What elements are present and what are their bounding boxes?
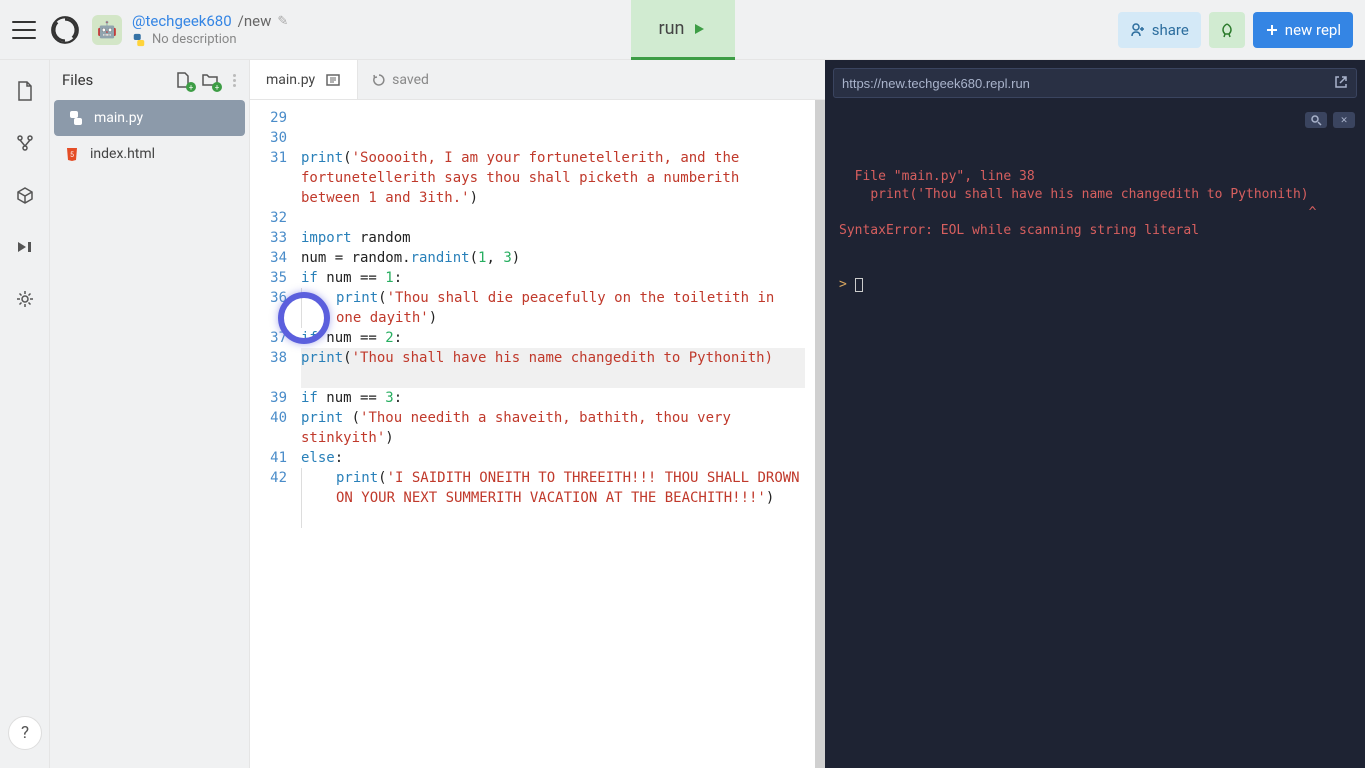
packages-icon[interactable] [14, 184, 36, 206]
replit-logo-icon[interactable] [50, 15, 80, 45]
new-file-icon[interactable]: + [175, 71, 193, 89]
code-editor[interactable]: 2930313233343536373839404142 print('Sooo… [250, 100, 825, 768]
play-icon [692, 22, 706, 36]
console-url-input[interactable] [842, 76, 1326, 91]
run-button[interactable]: run [631, 0, 735, 60]
debugger-icon[interactable] [14, 236, 36, 258]
console-search-icon[interactable] [1305, 112, 1327, 128]
rocket-icon [1219, 22, 1235, 38]
editor-area: main.py saved 29303132333435363738394041… [250, 60, 825, 768]
saved-indicator: saved [358, 60, 443, 99]
user-link[interactable]: @techgeek680 [132, 12, 232, 30]
svg-text:5: 5 [70, 151, 74, 159]
version-icon[interactable] [14, 132, 36, 154]
console-panel: ✕ File "main.py", line 38 print('Thou sh… [825, 60, 1365, 768]
console-clear-icon[interactable]: ✕ [1333, 112, 1355, 128]
file-item-index-html[interactable]: 5index.html [50, 136, 249, 172]
new-folder-icon[interactable]: + [201, 71, 219, 89]
left-icon-sidebar [0, 60, 50, 768]
deploy-button[interactable] [1209, 12, 1245, 48]
file-item-main-py[interactable]: main.py [54, 100, 245, 136]
add-user-icon [1130, 22, 1146, 38]
plus-icon [1265, 23, 1279, 37]
edit-name-icon[interactable]: ✎ [277, 14, 288, 29]
hamburger-menu-icon[interactable] [12, 18, 36, 42]
share-button[interactable]: share [1118, 12, 1201, 48]
repl-title-block: @techgeek680/new ✎ No description [132, 12, 288, 47]
settings-icon[interactable] [14, 288, 36, 310]
files-panel: Files + + main.py5index.html [50, 60, 250, 768]
history-icon [372, 73, 386, 87]
console-output[interactable]: ✕ File "main.py", line 38 print('Thou sh… [825, 106, 1365, 768]
files-panel-menu-icon[interactable] [231, 74, 237, 87]
open-external-icon[interactable] [1334, 74, 1348, 93]
files-icon[interactable] [14, 80, 36, 102]
new-repl-button[interactable]: new repl [1253, 12, 1353, 48]
repl-avatar[interactable]: 🤖 [92, 15, 122, 45]
help-button[interactable]: ? [8, 716, 42, 750]
python-lang-icon [132, 33, 146, 47]
console-url-bar [833, 68, 1357, 98]
tab-menu-icon[interactable] [325, 72, 341, 88]
repl-description: No description [152, 32, 237, 47]
editor-tab-main[interactable]: main.py [250, 60, 358, 99]
header: 🤖 @techgeek680/new ✎ No description run … [0, 0, 1365, 60]
files-panel-title: Files [62, 71, 167, 89]
repl-name: /new [238, 12, 272, 30]
